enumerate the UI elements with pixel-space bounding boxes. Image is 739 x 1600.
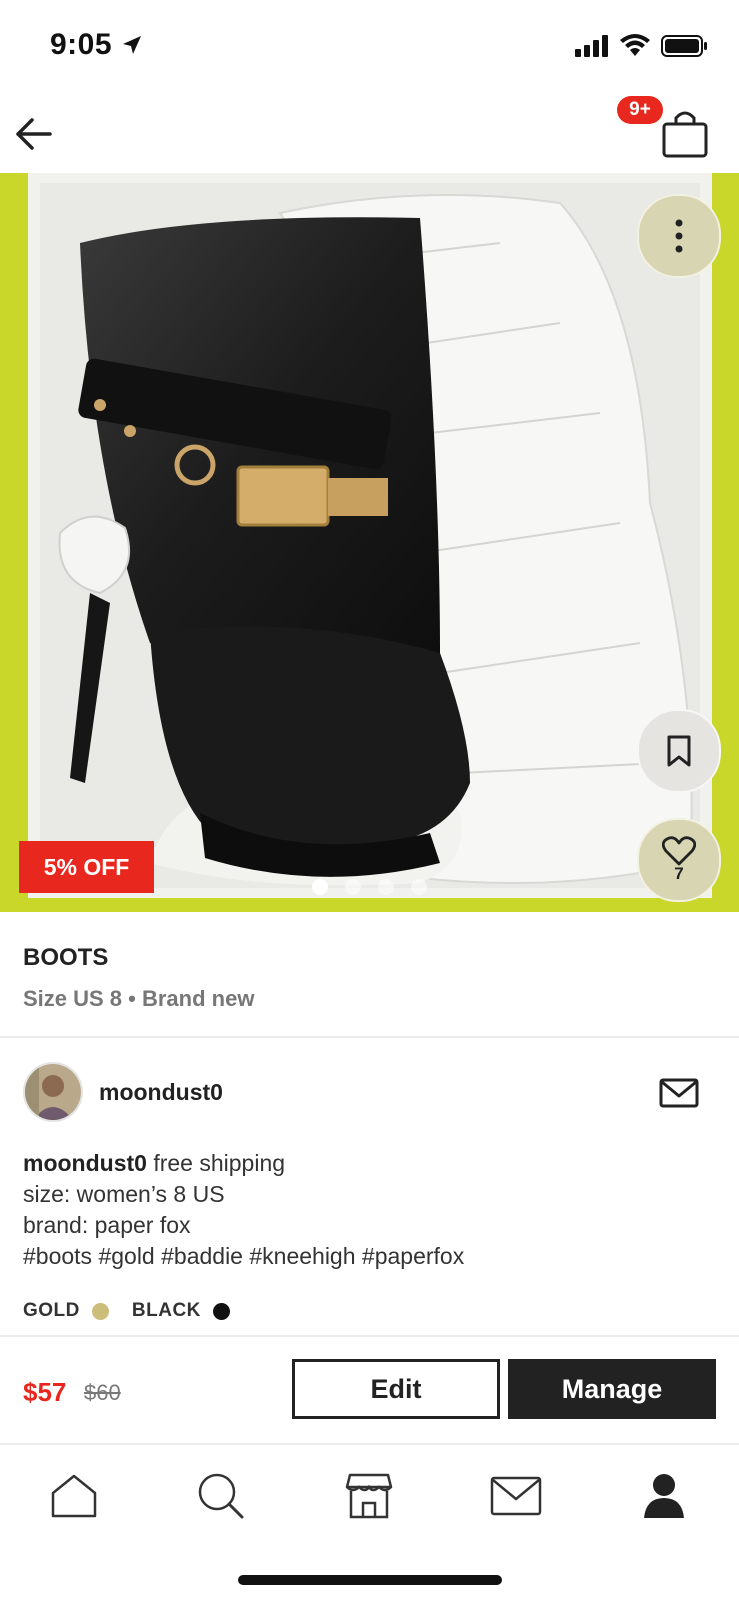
back-arrow-icon[interactable] (12, 112, 56, 156)
product-photo[interactable]: 7 5% OFF (0, 173, 739, 912)
status-time: 9:05 (50, 28, 113, 61)
avatar[interactable] (23, 1062, 83, 1122)
description-hashtags[interactable]: #boots #gold #baddie #kneehigh #paperfox (23, 1241, 464, 1272)
discount-badge: 5% OFF (19, 841, 154, 893)
more-options-button[interactable] (637, 194, 721, 278)
listing-title-block: BOOTS Size US 8 • Brand new (23, 944, 254, 1012)
original-price: $60 (84, 1380, 121, 1405)
battery-icon (661, 35, 707, 57)
pagination-dot[interactable] (312, 879, 328, 895)
profile-icon (644, 1474, 684, 1518)
vertical-dots-icon (675, 219, 683, 253)
item-subtitle: Size US 8 • Brand new (23, 986, 255, 1011)
message-envelope-icon[interactable] (659, 1077, 699, 1109)
pagination-dot[interactable] (411, 879, 427, 895)
color-tags: GOLD BLACK (23, 1300, 253, 1322)
description-author[interactable]: moondust0 (23, 1150, 147, 1176)
status-icons (575, 34, 709, 58)
bookmark-button[interactable] (637, 709, 721, 793)
pagination-dot[interactable] (345, 879, 361, 895)
edit-button[interactable]: Edit (292, 1359, 500, 1419)
heart-icon (662, 836, 696, 866)
like-count: 7 (674, 864, 684, 883)
description-line: size: women’s 8 US (23, 1181, 225, 1207)
tab-home[interactable] (46, 1468, 102, 1524)
tab-search[interactable] (193, 1468, 249, 1524)
photo-pagination-dots (312, 879, 427, 895)
bookmark-icon (667, 735, 691, 767)
seller-username[interactable]: moondust0 (99, 1079, 223, 1106)
cellular-signal-icon (575, 35, 608, 57)
avatar-image (25, 1064, 81, 1120)
listing-description: moondust0 free shipping size: women’s 8 … (23, 1148, 464, 1272)
tab-shop[interactable] (341, 1468, 397, 1524)
location-arrow-icon (123, 36, 141, 54)
shopping-bag-icon[interactable] (660, 108, 710, 160)
search-icon (198, 1473, 244, 1519)
seller-row[interactable]: moondust0 (23, 1062, 713, 1124)
color-swatch-black (212, 1302, 230, 1320)
wifi-icon (620, 34, 650, 56)
inbox-icon (490, 1476, 542, 1516)
tab-inbox[interactable] (488, 1468, 544, 1524)
shop-icon (345, 1473, 393, 1519)
status-bar: 9:05 (0, 0, 739, 96)
description-first-line: moondust0 free shipping (23, 1148, 464, 1179)
cart-count-badge: 9+ (617, 96, 663, 124)
boots-in-box-image (0, 173, 739, 912)
item-title: BOOTS (23, 944, 109, 971)
color-label-gold: GOLD (23, 1300, 80, 1321)
home-indicator (238, 1575, 502, 1585)
description-text: free shipping (146, 1150, 286, 1176)
color-swatch-gold (91, 1302, 109, 1320)
top-bar: 9+ (0, 96, 739, 174)
like-button[interactable]: 7 (637, 818, 721, 902)
divider (0, 1036, 739, 1038)
tab-profile[interactable] (636, 1468, 692, 1524)
current-price: $57 (23, 1377, 67, 1407)
home-icon (51, 1474, 97, 1518)
action-bar: $57 $60 Edit Manage (0, 1337, 739, 1444)
color-label-black: BLACK (131, 1300, 201, 1321)
description-line: brand: paper fox (23, 1212, 191, 1238)
manage-button[interactable]: Manage (508, 1359, 716, 1419)
pagination-dot[interactable] (378, 879, 394, 895)
